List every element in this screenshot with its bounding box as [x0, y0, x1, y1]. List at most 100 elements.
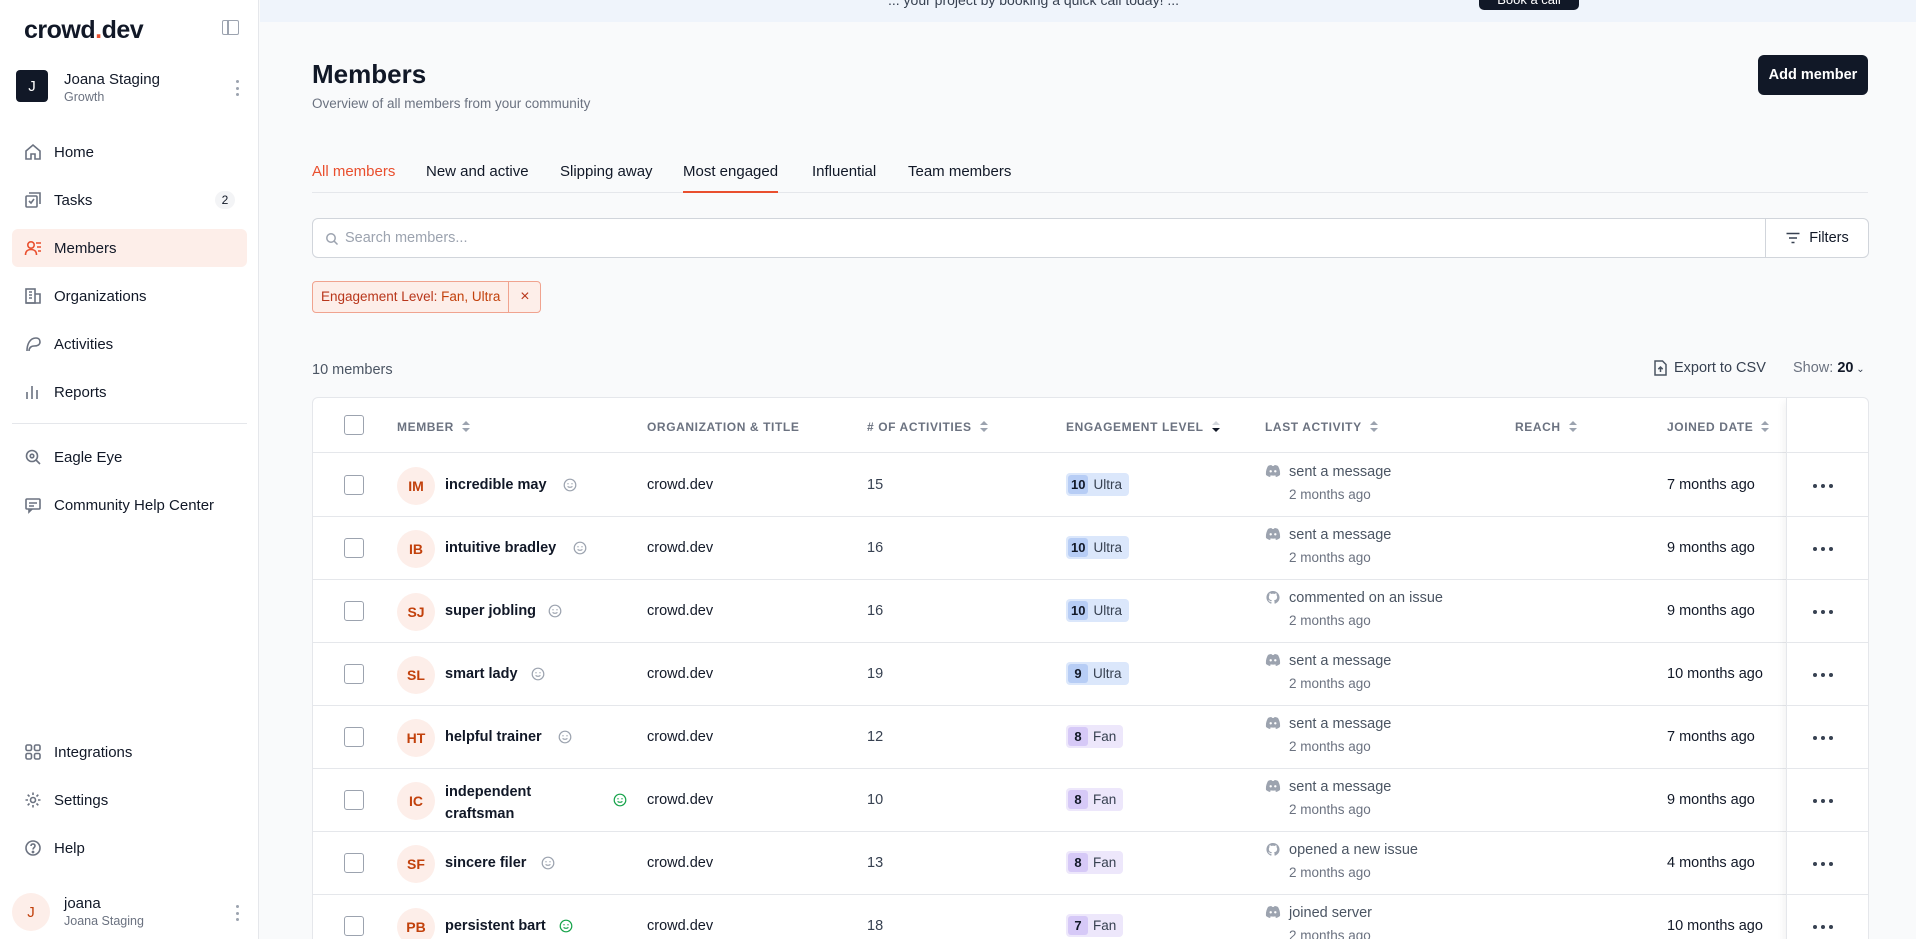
- search-input[interactable]: [345, 227, 1745, 249]
- help-center-icon: [25, 498, 41, 514]
- sidebar-item-home[interactable]: Home: [12, 133, 247, 171]
- sidebar-item-label: Tasks: [54, 191, 93, 209]
- sidebar-item-reports[interactable]: Reports: [12, 373, 247, 411]
- avatar[interactable]: SF: [397, 845, 435, 883]
- tab-all-members[interactable]: All members: [312, 163, 395, 193]
- collapse-sidebar-icon[interactable]: [222, 20, 239, 35]
- organization[interactable]: crowd.dev: [647, 792, 713, 808]
- github-icon: [1266, 842, 1280, 856]
- member-name[interactable]: incredible may: [445, 477, 547, 493]
- sidebar-item-members[interactable]: Members: [12, 229, 247, 267]
- tab-influential[interactable]: Influential: [812, 163, 876, 193]
- column-joined-date[interactable]: JOINED DATE: [1667, 420, 1770, 434]
- organization[interactable]: crowd.dev: [647, 603, 713, 619]
- row-checkbox[interactable]: [344, 664, 364, 684]
- remove-filter-icon[interactable]: ×: [508, 282, 540, 312]
- sidebar-item-organizations[interactable]: Organizations: [12, 277, 247, 315]
- sidebar-item-label: Activities: [54, 335, 114, 353]
- member-name[interactable]: intuitive bradley: [445, 540, 556, 556]
- member-name[interactable]: smart lady: [445, 666, 518, 682]
- sidebar-item-tasks[interactable]: Tasks 2: [12, 181, 247, 219]
- avatar[interactable]: IB: [397, 530, 435, 568]
- filter-icon: [1786, 232, 1800, 244]
- row-checkbox[interactable]: [344, 538, 364, 558]
- table-row[interactable]: IB intuitive bradley crowd.dev 16 10 Ultra sen…: [313, 517, 1868, 580]
- filters-button[interactable]: Filters: [1765, 218, 1869, 258]
- last-activity-time: 2 months ago: [1289, 928, 1371, 939]
- column-engagement-level[interactable]: ENGAGEMENT LEVEL: [1066, 420, 1220, 434]
- column-reach[interactable]: REACH: [1515, 420, 1577, 434]
- column-last-activity[interactable]: LAST ACTIVITY: [1265, 420, 1378, 434]
- last-activity: sent a message: [1289, 464, 1392, 480]
- organization[interactable]: crowd.dev: [647, 918, 713, 934]
- avatar[interactable]: IC: [397, 782, 435, 820]
- sidebar-item-label: Organizations: [54, 287, 147, 305]
- member-name[interactable]: helpful trainer: [445, 729, 542, 745]
- sidebar-item-settings[interactable]: Settings: [12, 781, 247, 819]
- row-checkbox[interactable]: [344, 790, 364, 810]
- workspace-switcher[interactable]: J Joana Staging Growth: [16, 70, 246, 106]
- banner-button[interactable]: Book a call: [1479, 0, 1579, 10]
- organization[interactable]: crowd.dev: [647, 540, 713, 556]
- sidebar-item-activities[interactable]: Activities: [12, 325, 247, 363]
- eagle-eye-icon: [25, 449, 41, 465]
- member-name[interactable]: super jobling: [445, 603, 536, 619]
- last-activity-time: 2 months ago: [1289, 865, 1371, 880]
- tab-most-engaged[interactable]: Most engaged: [683, 163, 779, 193]
- joined-date: 10 months ago: [1667, 918, 1763, 934]
- member-name[interactable]: independent craftsman: [445, 781, 531, 825]
- sort-icon: [979, 420, 988, 434]
- avatar[interactable]: SJ: [397, 593, 435, 631]
- table-row[interactable]: PB persistent bart crowd.dev 18 7 Fan joined s…: [313, 895, 1868, 939]
- filter-chip-engagement-level[interactable]: Engagement Level: Fan, Ultra ×: [312, 281, 542, 313]
- column-activities[interactable]: # OF ACTIVITIES: [867, 420, 988, 434]
- workspace-menu-icon[interactable]: [235, 80, 239, 96]
- avatar[interactable]: PB: [397, 908, 435, 939]
- organization[interactable]: crowd.dev: [647, 855, 713, 871]
- app-logo[interactable]: crowd.dev: [24, 16, 144, 45]
- table-row[interactable]: IM incredible may crowd.dev 15 10 Ultra sent a…: [313, 454, 1868, 517]
- export-csv-button[interactable]: Export to CSV: [1653, 360, 1766, 376]
- table-row[interactable]: IC independent craftsman crowd.dev 10 8 Fan sen…: [313, 769, 1868, 832]
- tab-new-and-active[interactable]: New and active: [426, 163, 529, 193]
- engagement-badge: 8 Fan: [1066, 725, 1124, 748]
- member-name[interactable]: sincere filer: [445, 855, 526, 871]
- discord-icon: [1265, 654, 1281, 666]
- tab-team-members[interactable]: Team members: [908, 163, 1011, 193]
- sidebar-item-community-help-center[interactable]: Community Help Center: [12, 486, 247, 524]
- page-title: Members: [312, 59, 427, 89]
- tab-slipping-away[interactable]: Slipping away: [560, 163, 653, 193]
- sidebar-item-help[interactable]: Help: [12, 829, 247, 867]
- row-checkbox[interactable]: [344, 727, 364, 747]
- user-menu-icon[interactable]: [235, 905, 239, 921]
- member-name[interactable]: persistent bart: [445, 918, 546, 934]
- column-member[interactable]: MEMBER: [397, 420, 470, 434]
- table-row[interactable]: HT helpful trainer crowd.dev 12 8 Fan sent a m…: [313, 706, 1868, 769]
- last-activity: joined server: [1289, 905, 1373, 921]
- add-member-button[interactable]: Add member: [1758, 55, 1868, 95]
- user-menu[interactable]: J joana Joana Staging: [12, 893, 247, 933]
- last-activity: sent a message: [1289, 653, 1392, 669]
- sidebar-item-label: Reports: [54, 383, 107, 401]
- table-row[interactable]: SJ super jobling crowd.dev 16 10 Ultra comment…: [313, 580, 1868, 643]
- select-all-checkbox[interactable]: [344, 415, 364, 435]
- organization[interactable]: crowd.dev: [647, 666, 713, 682]
- avatar[interactable]: IM: [397, 467, 435, 505]
- sort-icon: [1568, 420, 1577, 434]
- organization[interactable]: crowd.dev: [647, 729, 713, 745]
- avatar[interactable]: HT: [397, 719, 435, 757]
- sidebar-item-integrations[interactable]: Integrations: [12, 733, 247, 771]
- row-checkbox[interactable]: [344, 853, 364, 873]
- row-checkbox[interactable]: [344, 601, 364, 621]
- engagement-badge: 8 Fan: [1066, 788, 1124, 811]
- row-checkbox[interactable]: [344, 475, 364, 495]
- table-row[interactable]: SL smart lady crowd.dev 19 9 Ultra sent a mess…: [313, 643, 1868, 706]
- engagement-badge: 8 Fan: [1066, 851, 1124, 874]
- avatar[interactable]: SL: [397, 656, 435, 694]
- sidebar-item-eagle-eye[interactable]: Eagle Eye: [12, 438, 247, 476]
- row-checkbox[interactable]: [344, 916, 364, 936]
- banner-text: ... your project by booking a quick call…: [888, 0, 1180, 8]
- table-row[interactable]: SF sincere filer crowd.dev 13 8 Fan opened a n…: [313, 832, 1868, 895]
- page-size-select[interactable]: Show: 20 ⌄: [1793, 360, 1865, 376]
- organization[interactable]: crowd.dev: [647, 477, 713, 493]
